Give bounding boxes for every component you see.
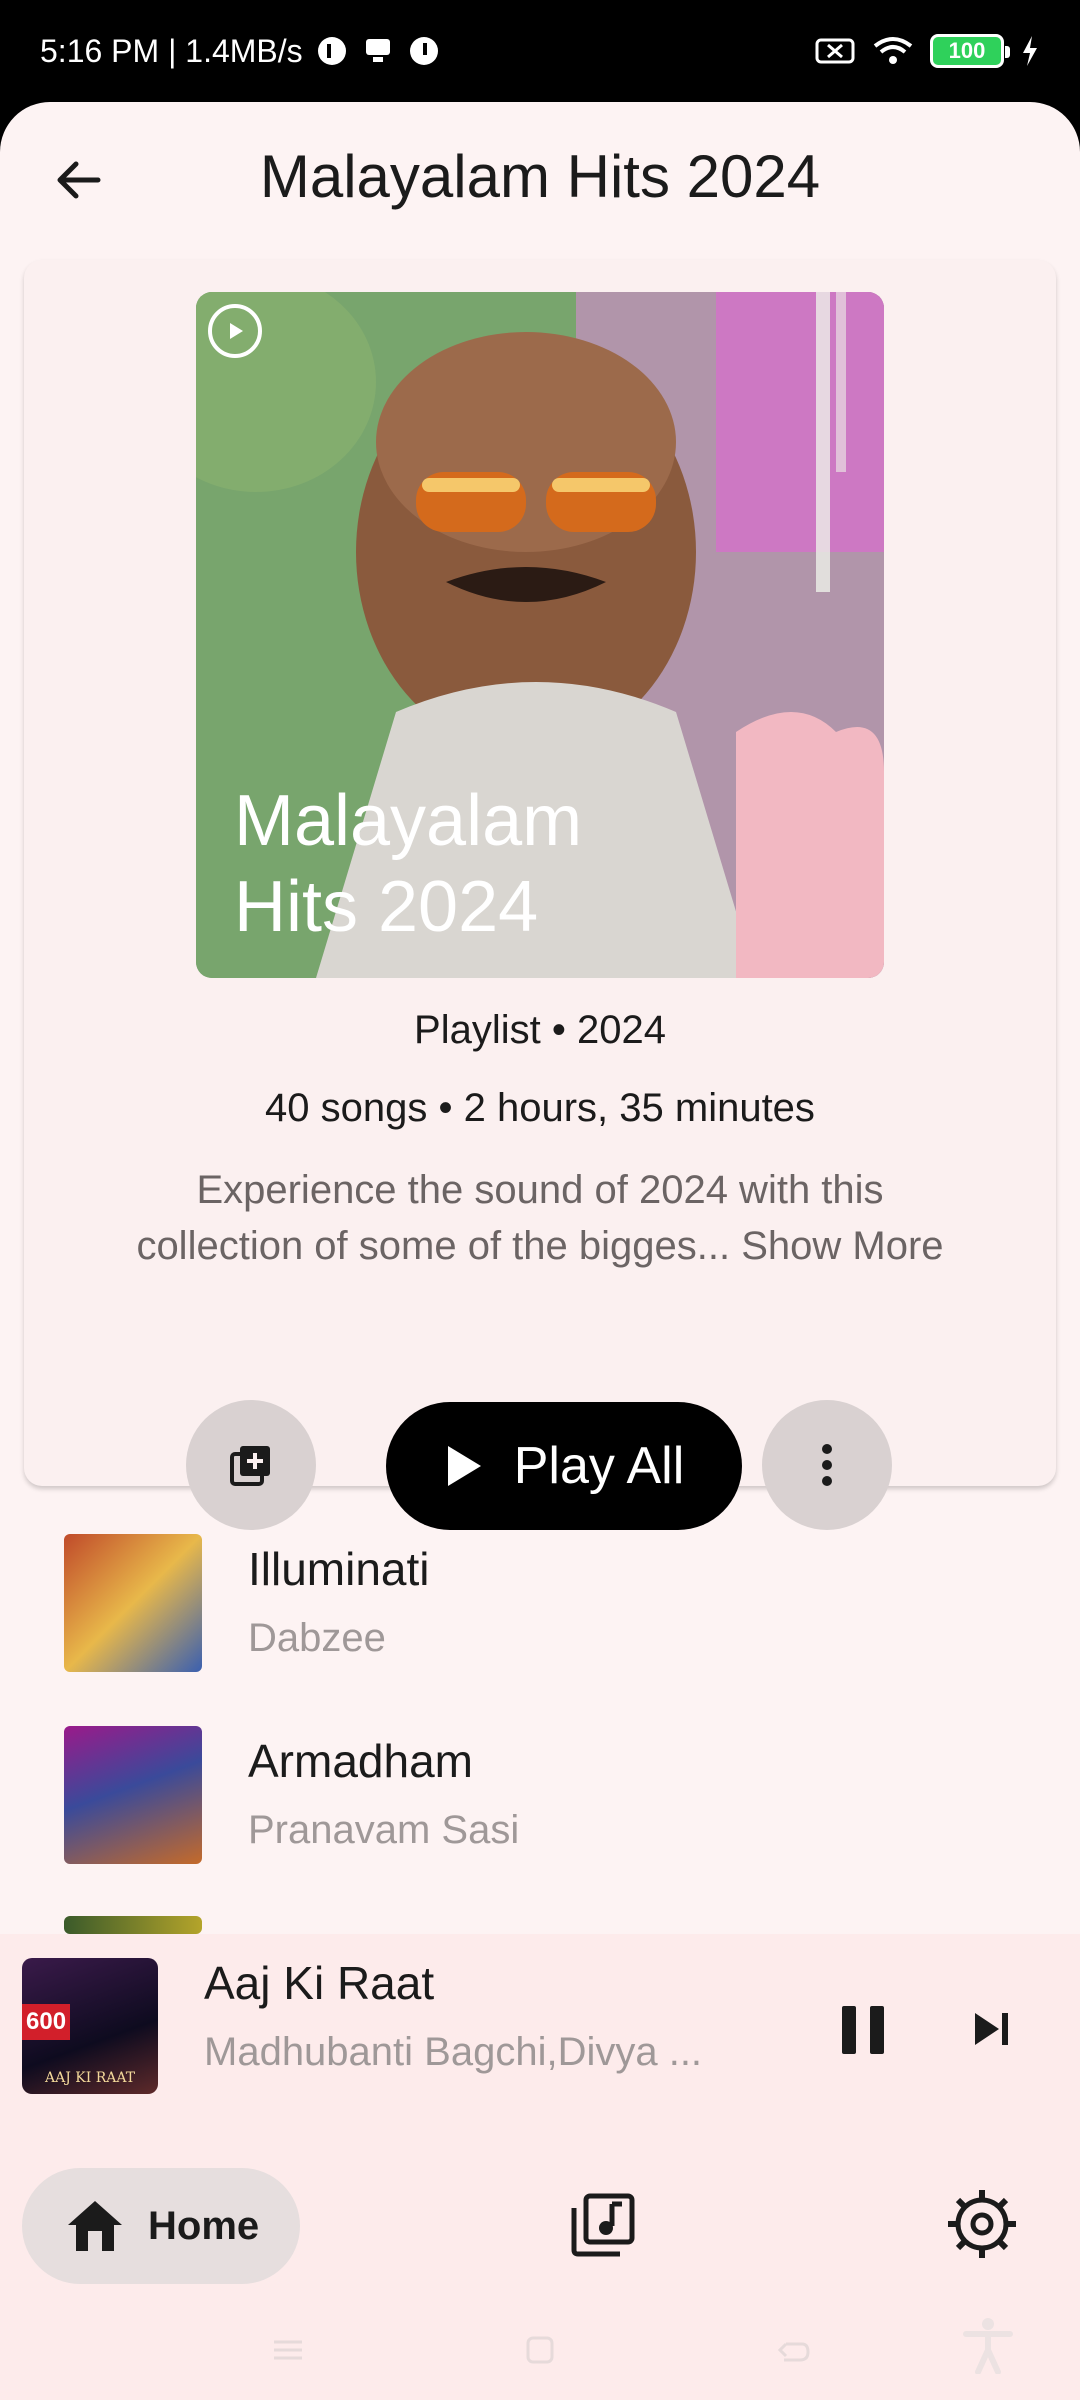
nav-home-tab[interactable]: Home (22, 2168, 300, 2284)
download-icon (365, 39, 390, 62)
show-more-link[interactable]: Show More (741, 1224, 943, 1268)
song-thumbnail (64, 1726, 202, 1864)
accessibility-icon[interactable] (960, 2316, 1016, 2374)
status-time-speed: 5:16 PM | 1.4MB/s (40, 32, 303, 69)
description-text: collection of some of the bigges... (136, 1224, 731, 1268)
playlist-add-icon (230, 1446, 270, 1486)
mini-thumb-badge: 600 (22, 2004, 71, 2040)
play-all-button[interactable]: Play All (386, 1402, 742, 1530)
top-app-bar: Malayalam Hits 2024 (0, 102, 1080, 252)
playlist-type-year: Playlist • 2024 (414, 1008, 666, 1052)
song-row[interactable]: Illuminati Dabzee (0, 1512, 1080, 1692)
playlist-header-card: Malayalam Hits 2024 Playlist • 2024 40 s… (24, 260, 1056, 1530)
status-bar: 5:16 PM | 1.4MB/s 100 (0, 0, 1080, 102)
main-sheet: Malayalam Hits 2024 Malayalam Hits 2024 … (0, 102, 1080, 2400)
notification-icon-2 (409, 37, 438, 65)
mini-player-artist: Madhubanti Bagchi,Divya ... (204, 2030, 703, 2074)
more-vert-icon (822, 1444, 832, 1486)
sim-off-icon (815, 38, 855, 64)
mini-player-title: Aaj Ki Raat (204, 1957, 435, 2009)
nav-home-label: Home (148, 2203, 260, 2248)
home-square-icon[interactable] (520, 2330, 560, 2370)
song-title: Illuminati (248, 1543, 430, 1595)
description-line-2: collection of some of the bigges... Show… (84, 1218, 996, 1274)
more-options-button[interactable] (762, 1400, 892, 1530)
song-row[interactable]: Armadham Pranavam Sasi (0, 1704, 1080, 1884)
system-navigation-bar (0, 2302, 1080, 2400)
battery-icon: 100 (930, 34, 1010, 68)
song-thumbnail (64, 1916, 202, 1934)
next-button[interactable] (960, 1992, 1024, 2066)
nav-settings-tab[interactable] (946, 2188, 1018, 2260)
settings-icon (948, 2190, 1016, 2258)
song-title: Armadham (248, 1735, 473, 1787)
mini-player[interactable]: 600 AAJ KI RAAT Aaj Ki Raat Madhubanti B… (0, 1934, 1080, 2122)
battery-level: 100 (948, 38, 986, 63)
mini-player-artwork: 600 AAJ KI RAAT (22, 1958, 158, 2094)
add-to-queue-button[interactable] (186, 1400, 316, 1530)
library-music-icon (571, 2193, 635, 2257)
status-right: 100 (814, 34, 1040, 68)
back-arrow-icon[interactable] (774, 2330, 814, 2370)
home-icon (68, 2201, 122, 2251)
song-row-partial[interactable] (0, 1902, 1080, 1934)
status-left: 5:16 PM | 1.4MB/s (40, 33, 441, 70)
cover-title: Malayalam Hits 2024 (234, 781, 583, 947)
playlist-description: Experience the sound of 2024 with this c… (84, 1162, 996, 1274)
skip-next-icon (975, 2013, 1008, 2045)
playlist-stats: 40 songs • 2 hours, 35 minutes (265, 1086, 815, 1130)
playlist-cover-image: Malayalam Hits 2024 (196, 292, 884, 978)
song-artist: Dabzee (248, 1616, 386, 1660)
page-title: Malayalam Hits 2024 (259, 143, 821, 210)
nav-library-tab[interactable] (568, 2190, 638, 2260)
song-thumbnail (64, 1534, 202, 1672)
play-badge-icon (208, 304, 262, 358)
charging-icon (1023, 36, 1037, 66)
bottom-navigation: Home (0, 2122, 1080, 2302)
pause-button[interactable] (826, 1990, 900, 2070)
notification-icon (317, 37, 346, 65)
song-artist: Pranavam Sasi (248, 1808, 520, 1852)
pause-icon (842, 2006, 884, 2054)
mini-thumb-caption: AAJ KI RAAT (44, 2070, 136, 2086)
wifi-icon (873, 37, 913, 64)
play-icon (447, 1446, 481, 1486)
recents-menu-icon[interactable] (268, 2330, 308, 2370)
description-line-1: Experience the sound of 2024 with this (196, 1168, 884, 1212)
play-all-label: Play All (513, 1437, 685, 1495)
